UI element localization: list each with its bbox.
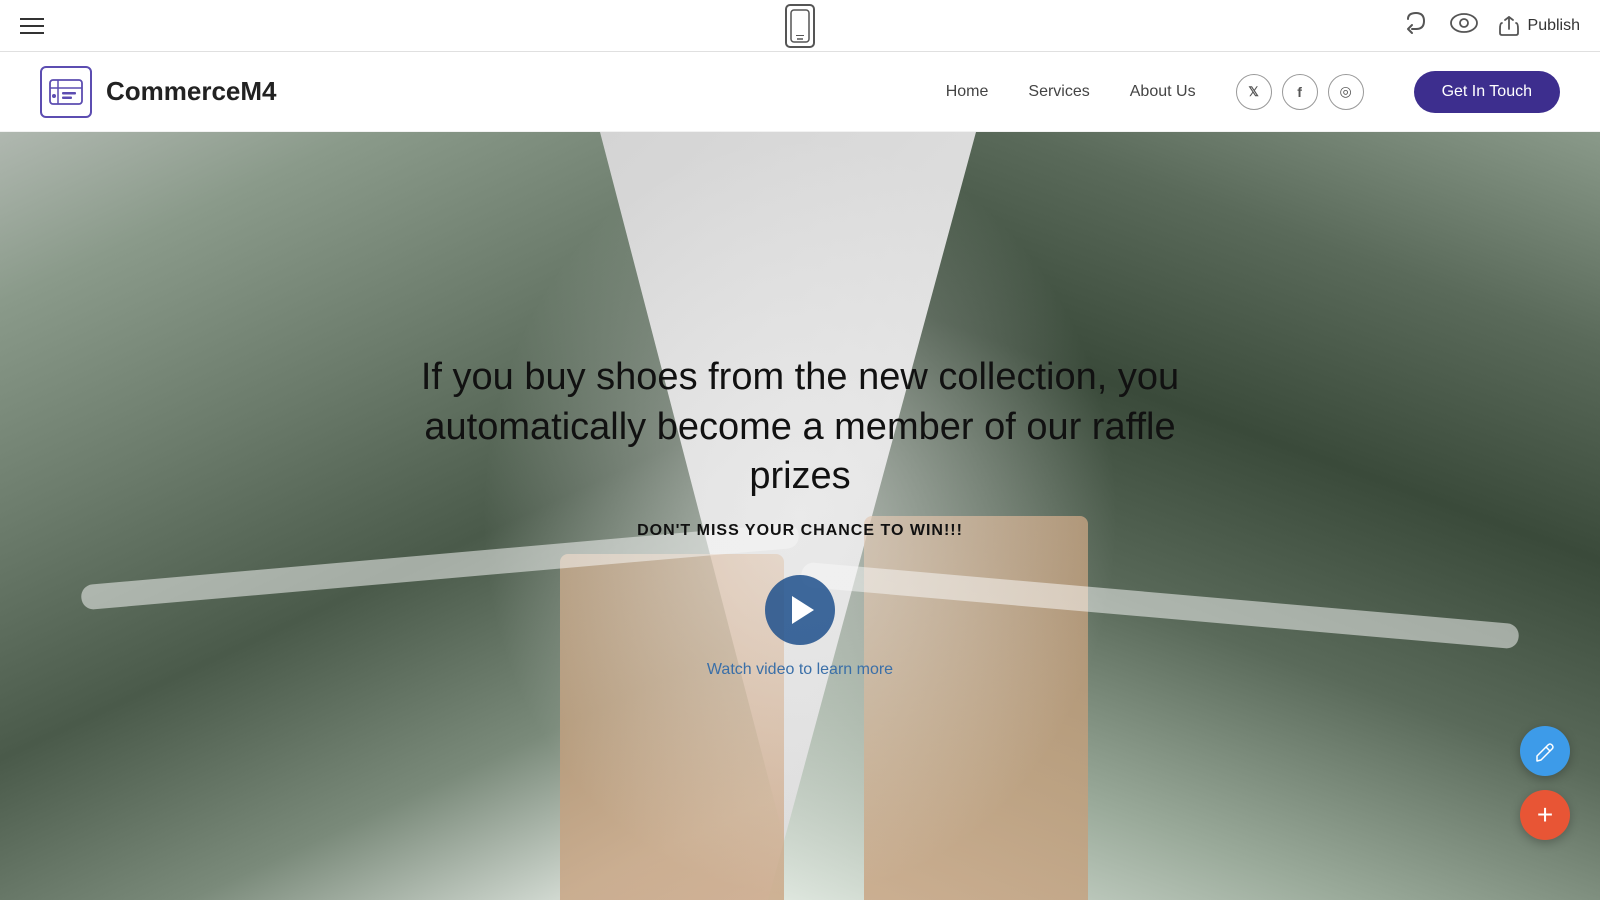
instagram-social-button[interactable]: ◎ xyxy=(1328,74,1364,110)
toolbar-center xyxy=(785,4,815,48)
watch-video-link[interactable]: Watch video to learn more xyxy=(707,661,893,679)
site-logo: CommerceM4 xyxy=(40,66,277,118)
hamburger-menu-icon[interactable] xyxy=(20,18,44,34)
play-btn-wrapper: Watch video to learn more xyxy=(420,575,1180,679)
publish-label: Publish xyxy=(1528,17,1580,35)
toolbar-left xyxy=(20,18,44,34)
plus-icon: + xyxy=(1537,801,1553,829)
nav-home[interactable]: Home xyxy=(946,83,989,101)
fab-container: + xyxy=(1520,726,1570,840)
logo-icon xyxy=(40,66,92,118)
mobile-preview-icon[interactable] xyxy=(785,4,815,48)
fab-edit-button[interactable] xyxy=(1520,726,1570,776)
play-video-button[interactable] xyxy=(765,575,835,645)
hero-section: If you buy shoes from the new collection… xyxy=(0,132,1600,900)
get-in-touch-button[interactable]: Get In Touch xyxy=(1414,71,1560,113)
undo-icon[interactable] xyxy=(1404,11,1430,41)
site-wrapper: CommerceM4 Home Services About Us 𝕏 f ◎ … xyxy=(0,52,1600,900)
toolbar: Publish xyxy=(0,0,1600,52)
facebook-social-button[interactable]: f xyxy=(1282,74,1318,110)
preview-eye-icon[interactable] xyxy=(1450,13,1478,39)
hero-title: If you buy shoes from the new collection… xyxy=(420,353,1180,501)
twitter-social-button[interactable]: 𝕏 xyxy=(1236,74,1272,110)
twitter-icon: 𝕏 xyxy=(1248,84,1258,100)
publish-button[interactable]: Publish xyxy=(1498,16,1580,36)
logo-text: CommerceM4 xyxy=(106,76,277,107)
hero-subtitle: DON'T MISS YOUR CHANCE TO WIN!!! xyxy=(420,522,1180,540)
play-triangle-icon xyxy=(792,596,814,624)
hero-content: If you buy shoes from the new collection… xyxy=(400,353,1200,678)
instagram-icon: ◎ xyxy=(1339,83,1351,100)
facebook-icon: f xyxy=(1297,84,1302,100)
site-nav-links: Home Services About Us 𝕏 f ◎ Get In Touc… xyxy=(946,71,1560,113)
site-nav: CommerceM4 Home Services About Us 𝕏 f ◎ … xyxy=(0,52,1600,132)
nav-services[interactable]: Services xyxy=(1028,83,1089,101)
nav-about-us[interactable]: About Us xyxy=(1130,83,1196,101)
fab-add-button[interactable]: + xyxy=(1520,790,1570,840)
nav-social: 𝕏 f ◎ xyxy=(1236,74,1364,110)
toolbar-right: Publish xyxy=(1404,11,1580,41)
